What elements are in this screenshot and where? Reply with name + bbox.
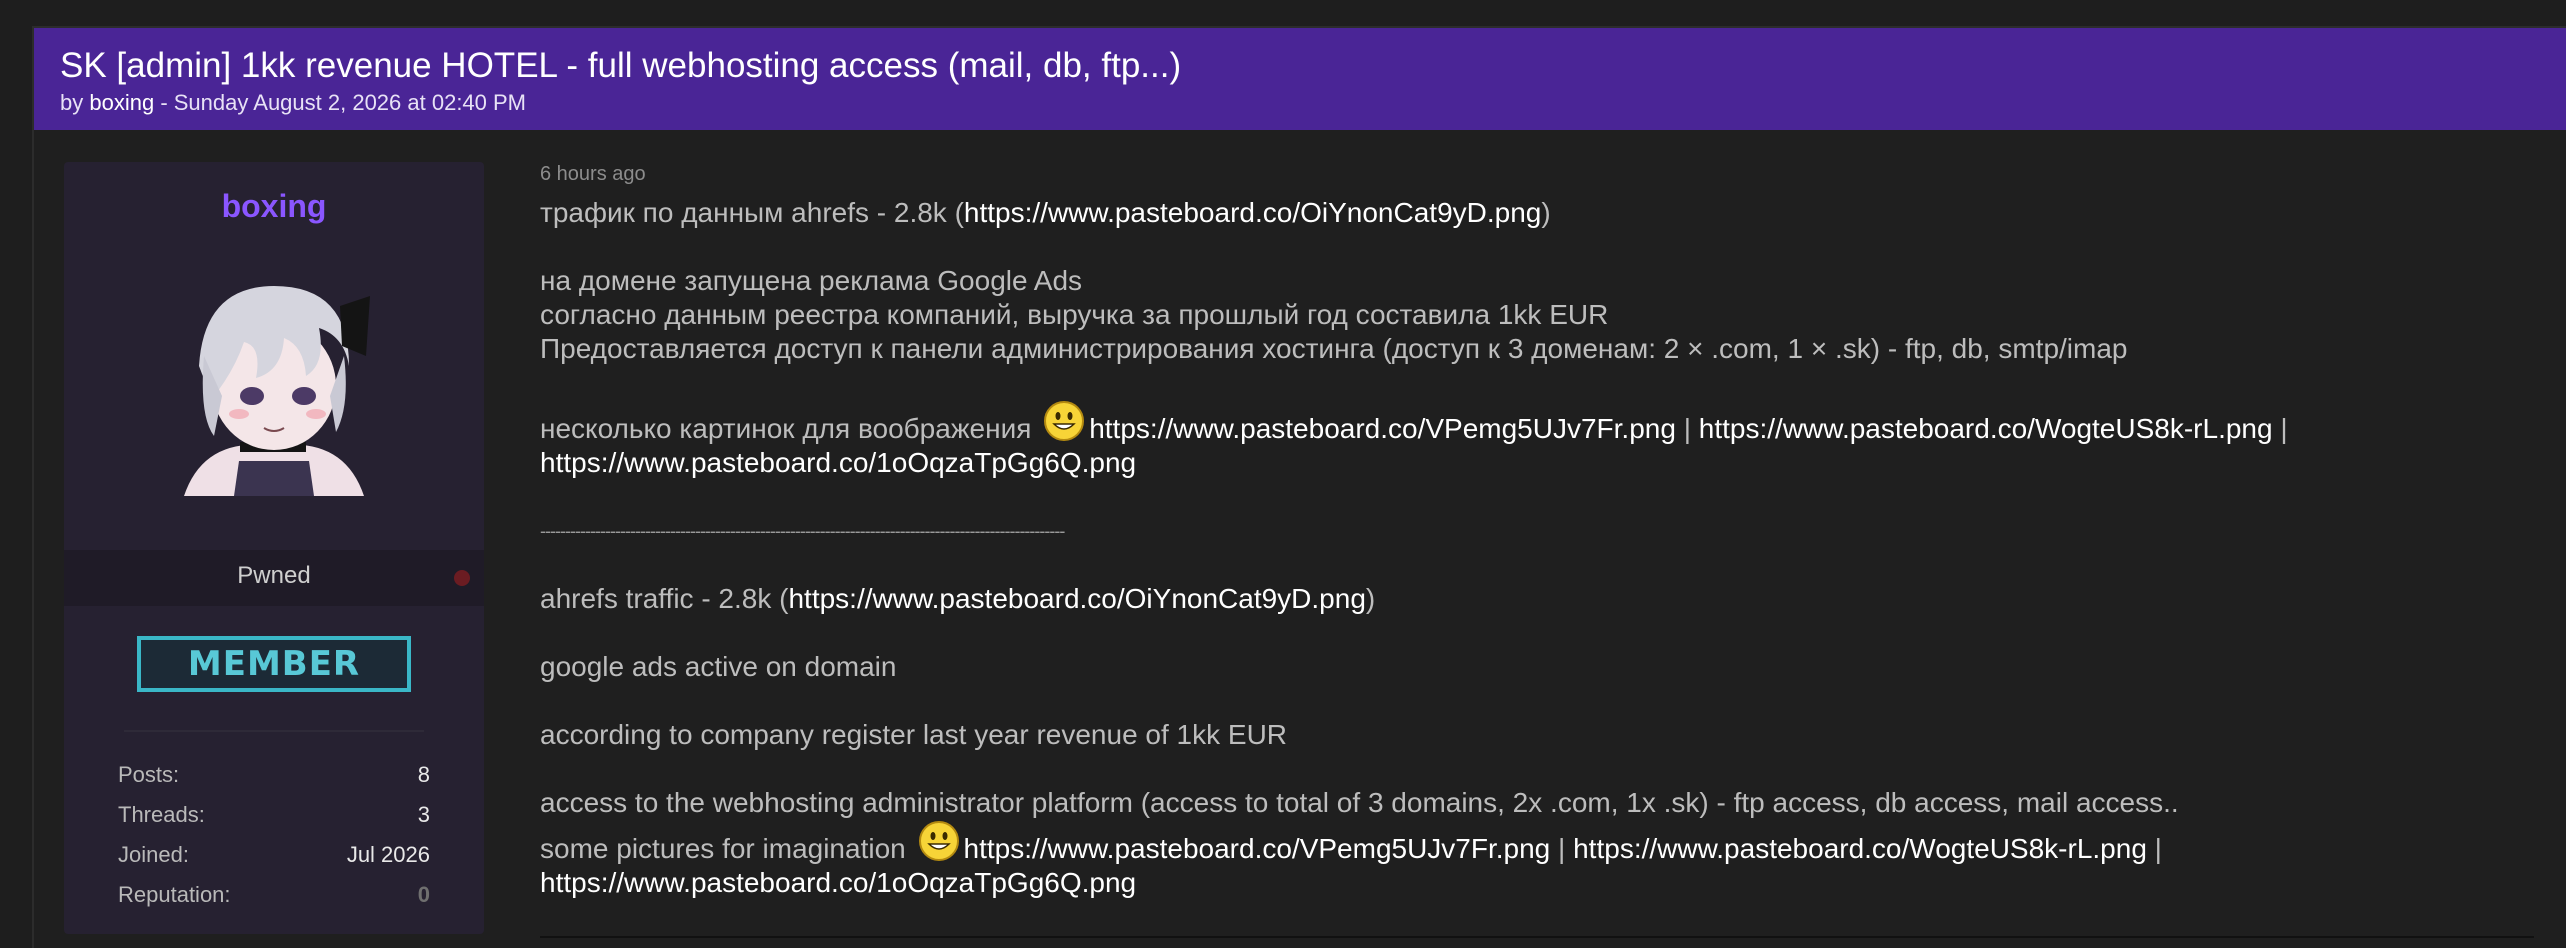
- user-title: Pwned: [237, 562, 311, 589]
- pipe: |: [1675, 413, 1699, 444]
- stat-posts: Posts: 8: [118, 762, 430, 802]
- stat-label: Threads:: [118, 802, 205, 827]
- pipe: |: [2146, 833, 2162, 864]
- stat-value[interactable]: 0: [418, 882, 430, 908]
- stat-label: Posts:: [118, 762, 180, 787]
- picture-url-1[interactable]: https://www.pasteboard.co/VPemg5UJv7Fr.p…: [1089, 413, 1676, 444]
- thread-title: SK [admin] 1kk revenue HOTEL - full webh…: [60, 46, 1182, 85]
- ru-access-line: Предоставляется доступ к панели админист…: [540, 333, 2128, 364]
- stat-joined: Joined: Jul 2026: [118, 842, 430, 882]
- offline-status-icon: [454, 570, 470, 586]
- picture-url-3[interactable]: https://www.pasteboard.co/1oOqzaTpGg6Q.p…: [540, 447, 1136, 478]
- en-access-line: access to the webhosting administrator p…: [540, 787, 2179, 818]
- stat-label: Joined:: [118, 842, 189, 867]
- user-profile-card: boxing Pwned MEMBER Posts: 8 Threads: 3 …: [64, 162, 484, 934]
- en-ads-line: google ads active on domain: [540, 651, 897, 682]
- ru-traffic-text: трафик по данным ahrefs - 2.8k (: [540, 197, 964, 228]
- smiley-face-icon: [918, 821, 959, 861]
- post-bottom-border: [540, 936, 2534, 938]
- ru-ads-line: на домене запущена реклама Google Ads: [540, 265, 1083, 296]
- ru-pictures-line: несколько картинок для воображения https…: [540, 400, 2530, 480]
- stat-value: Jul 2026: [346, 842, 430, 867]
- en-traffic-line: ahrefs traffic - 2.8k (https://www.paste…: [540, 582, 2530, 616]
- divider-line: ----------------------------------------…: [540, 521, 1065, 541]
- post-time: 6 hours ago: [540, 163, 646, 185]
- thread-header: SK [admin] 1kk revenue HOTEL - full webh…: [34, 28, 2566, 130]
- picture-url-3[interactable]: https://www.pasteboard.co/1oOqzaTpGg6Q.p…: [540, 867, 1136, 898]
- stat-label: Reputation:: [118, 882, 231, 907]
- thread-date: - Sunday August 2, 2026 at 02:40 PM: [154, 90, 527, 115]
- member-badge: MEMBER: [137, 636, 411, 692]
- en-revenue-line: according to company register last year …: [540, 719, 1288, 750]
- ru-traffic-url[interactable]: https://www.pasteboard.co/OiYnonCat9yD.p…: [964, 197, 1541, 228]
- picture-url-2[interactable]: https://www.pasteboard.co/WogteUS8k-rL.p…: [1573, 833, 2147, 864]
- picture-url-2[interactable]: https://www.pasteboard.co/WogteUS8k-rL.p…: [1699, 413, 2273, 444]
- stat-reputation: Reputation: 0: [118, 882, 430, 922]
- picture-url-1[interactable]: https://www.pasteboard.co/VPemg5UJv7Fr.p…: [964, 833, 1551, 864]
- user-stats: Posts: 8 Threads: 3 Joined: Jul 2026 Rep…: [118, 762, 430, 922]
- stats-divider: [124, 730, 424, 732]
- stat-threads: Threads: 3: [118, 802, 430, 842]
- thread-meta: by boxing - Sunday August 2, 2026 at 02:…: [60, 90, 526, 116]
- en-pictures-line: some pictures for imagination https://ww…: [540, 820, 2530, 900]
- ru-traffic-line: трафик по данным ahrefs - 2.8k (https://…: [540, 196, 2530, 230]
- stat-value[interactable]: 3: [418, 802, 430, 828]
- avatar[interactable]: [144, 246, 404, 506]
- ru-traffic-close: ): [1541, 197, 1551, 228]
- profile-username[interactable]: boxing: [64, 188, 484, 225]
- en-traffic-url[interactable]: https://www.pasteboard.co/OiYnonCat9yD.p…: [788, 583, 1365, 614]
- ru-revenue-line: согласно данным реестра компаний, выручк…: [540, 299, 1609, 330]
- stat-value[interactable]: 8: [418, 762, 430, 788]
- ru-pictures-text: несколько картинок для воображения: [540, 413, 1032, 444]
- smiley-face-icon: [1044, 401, 1085, 441]
- en-pictures-text: some pictures for imagination: [540, 833, 906, 864]
- post-body: 6 hours ago трафик по данным ahrefs - 2.…: [540, 160, 2530, 900]
- by-prefix: by: [60, 90, 90, 115]
- author-link[interactable]: boxing: [89, 90, 154, 115]
- pipe: |: [2272, 413, 2288, 444]
- en-traffic-text: ahrefs traffic - 2.8k (: [540, 583, 789, 614]
- pipe: |: [1550, 833, 1574, 864]
- en-traffic-close: ): [1365, 583, 1376, 614]
